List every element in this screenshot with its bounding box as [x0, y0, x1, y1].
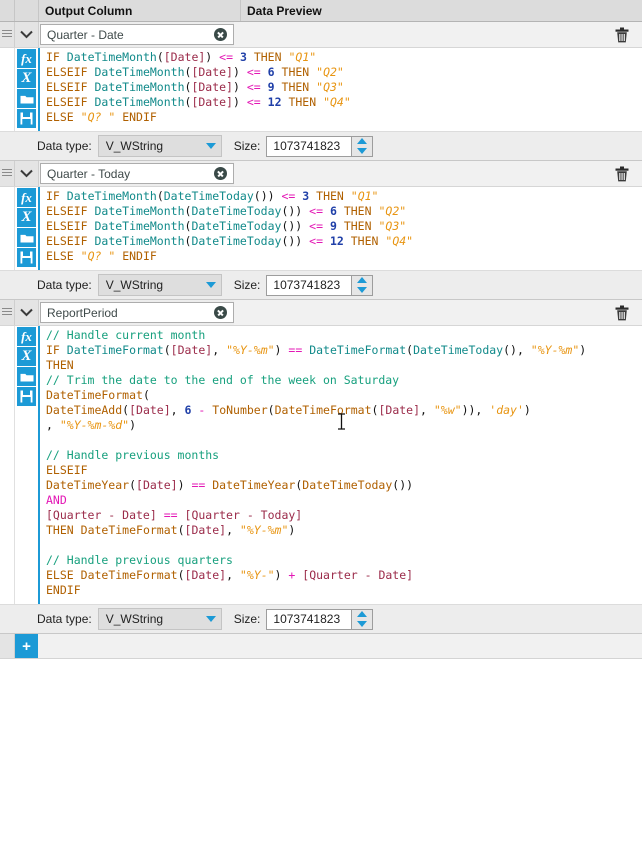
fx-icon-3[interactable]: fx [17, 327, 36, 346]
add-row-filler [38, 634, 642, 658]
spin-down-icon-1[interactable] [357, 147, 368, 154]
header-data-preview: Data Preview [247, 3, 322, 18]
output-column-value-2: Quarter - Today [47, 166, 131, 181]
formula-code-1[interactable]: IF DateTimeMonth([Date]) <= 3 THEN "Q1" … [40, 48, 642, 131]
size-input-3[interactable]: 1073741823 [266, 608, 352, 630]
drag-handle-icon-2[interactable] [0, 161, 15, 186]
data-type-label-1: Data type: [37, 139, 92, 153]
data-type-row-1: Data type: V_WString Size: 1073741823 [0, 131, 642, 160]
chevron-down-icon-2[interactable] [15, 161, 39, 186]
spin-up-icon-2[interactable] [357, 277, 368, 284]
chevron-down-icon-dt-1 [205, 143, 216, 149]
formula-block-3: ReportPeriod fx X // Handle current mont… [0, 300, 642, 634]
size-stepper-3[interactable]: 1073741823 [266, 608, 374, 630]
output-column-value-3: ReportPeriod [47, 305, 118, 320]
data-type-label-2: Data type: [37, 278, 92, 292]
data-type-row-2: Data type: V_WString Size: 1073741823 [0, 270, 642, 299]
header-gutter-left [0, 0, 15, 21]
header-gutter-icons [15, 0, 39, 21]
formula-code-3[interactable]: // Handle current month IF DateTimeForma… [40, 326, 642, 604]
size-label-2: Size: [233, 278, 261, 292]
formula-row-header-3: ReportPeriod [0, 300, 642, 326]
data-preview-cell-3 [234, 300, 602, 325]
column-header-bar: Output Column Data Preview [0, 0, 642, 22]
chevron-down-icon-1[interactable] [15, 22, 39, 47]
save-disk-icon-3[interactable] [17, 387, 36, 406]
add-row-gutter [0, 634, 15, 658]
size-spin-buttons-1[interactable] [351, 135, 374, 157]
open-folder-icon-1[interactable] [17, 89, 36, 108]
editor-toolbar-3: fx X [15, 326, 40, 604]
output-column-value-1: Quarter - Date [47, 27, 124, 42]
clear-field-icon-1[interactable] [214, 28, 227, 41]
save-disk-icon-2[interactable] [17, 248, 36, 267]
output-column-input-2[interactable]: Quarter - Today [40, 163, 234, 184]
clear-formula-icon-3[interactable]: X [17, 347, 36, 366]
size-stepper-1[interactable]: 1073741823 [266, 135, 374, 157]
size-label-1: Size: [233, 139, 261, 153]
size-label-3: Size: [233, 612, 261, 626]
fx-icon-2[interactable]: fx [17, 188, 36, 207]
header-output-column: Output Column [39, 0, 241, 21]
data-type-value-3: V_WString [105, 612, 164, 626]
formula-block-1: Quarter - Date fx X IF DateTimeMonth([Da… [0, 22, 642, 161]
formula-block-2: Quarter - Today fx X IF DateTimeMonth(Da… [0, 161, 642, 300]
chevron-down-icon-dt-3 [205, 616, 216, 622]
formula-tool-panel: Output Column Data Preview Quarter - Dat… [0, 0, 642, 858]
chevron-down-icon-3[interactable] [15, 300, 39, 325]
fx-icon-1[interactable]: fx [17, 49, 36, 68]
delete-formula-button-1[interactable] [602, 22, 642, 47]
data-type-row-3: Data type: V_WString Size: 1073741823 [0, 604, 642, 633]
clear-field-icon-2[interactable] [214, 167, 227, 180]
add-formula-button[interactable]: + [15, 634, 38, 658]
editor-gutter-2 [0, 187, 15, 270]
clear-field-icon-3[interactable] [214, 306, 227, 319]
data-preview-cell-2 [234, 161, 602, 186]
formula-editor-3: fx X // Handle current month IF DateTime… [0, 326, 642, 604]
open-folder-icon-3[interactable] [17, 367, 36, 386]
delete-formula-button-2[interactable] [602, 161, 642, 186]
editor-toolbar-1: fx X [15, 48, 40, 131]
spin-down-icon-3[interactable] [357, 620, 368, 627]
size-input-1[interactable]: 1073741823 [266, 135, 352, 157]
size-stepper-2[interactable]: 1073741823 [266, 274, 374, 296]
open-folder-icon-2[interactable] [17, 228, 36, 247]
data-type-select-2[interactable]: V_WString [97, 274, 222, 296]
data-type-value-1: V_WString [105, 139, 164, 153]
spin-up-icon-3[interactable] [357, 611, 368, 618]
data-type-select-1[interactable]: V_WString [97, 135, 222, 157]
formula-editor-2: fx X IF DateTimeMonth(DateTimeToday()) <… [0, 187, 642, 270]
size-spin-buttons-2[interactable] [351, 274, 374, 296]
data-type-select-3[interactable]: V_WString [97, 608, 222, 630]
save-disk-icon-1[interactable] [17, 109, 36, 128]
clear-formula-icon-2[interactable]: X [17, 208, 36, 227]
empty-area [0, 659, 642, 827]
spin-up-icon-1[interactable] [357, 138, 368, 145]
formula-editor-1: fx X IF DateTimeMonth([Date]) <= 3 THEN … [0, 48, 642, 131]
output-column-input-1[interactable]: Quarter - Date [40, 24, 234, 45]
formula-code-2[interactable]: IF DateTimeMonth(DateTimeToday()) <= 3 T… [40, 187, 642, 270]
size-spin-buttons-3[interactable] [351, 608, 374, 630]
spin-down-icon-2[interactable] [357, 286, 368, 293]
data-preview-cell-1 [234, 22, 602, 47]
clear-formula-icon-1[interactable]: X [17, 69, 36, 88]
delete-formula-button-3[interactable] [602, 300, 642, 325]
data-type-label-3: Data type: [37, 612, 92, 626]
editor-toolbar-2: fx X [15, 187, 40, 270]
formula-row-header-2: Quarter - Today [0, 161, 642, 187]
drag-handle-icon-1[interactable] [0, 22, 15, 47]
chevron-down-icon-dt-2 [205, 282, 216, 288]
size-input-2[interactable]: 1073741823 [266, 274, 352, 296]
output-column-input-3[interactable]: ReportPeriod [40, 302, 234, 323]
data-type-value-2: V_WString [105, 278, 164, 292]
editor-gutter-3 [0, 326, 15, 604]
drag-handle-icon-3[interactable] [0, 300, 15, 325]
add-formula-row: + [0, 634, 642, 659]
formula-row-header-1: Quarter - Date [0, 22, 642, 48]
editor-gutter-1 [0, 48, 15, 131]
text-cursor-icon [338, 413, 345, 430]
